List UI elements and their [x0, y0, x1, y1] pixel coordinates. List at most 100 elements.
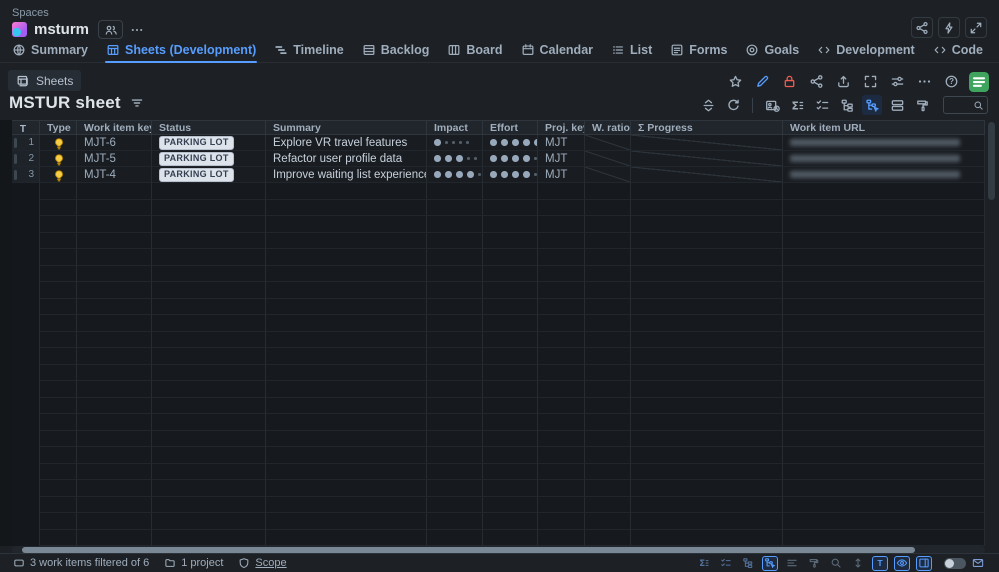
sum-toggle[interactable]: Σ	[696, 556, 712, 571]
fields-card-button[interactable]	[762, 95, 782, 115]
members-button[interactable]	[98, 20, 124, 39]
filter-toggle[interactable]: T	[872, 555, 888, 571]
empty-row[interactable]	[12, 199, 985, 216]
edit-button[interactable]	[753, 72, 772, 91]
column-header-gutter[interactable]: T	[12, 121, 40, 134]
effort-cell[interactable]	[483, 135, 538, 151]
fullscreen-sheet-button[interactable]	[861, 72, 880, 91]
vertical-scrollbar-thumb[interactable]	[988, 122, 995, 200]
drag-handle[interactable]	[14, 138, 17, 148]
work-item-url-cell[interactable]	[783, 167, 985, 183]
checklist-toggle[interactable]	[718, 556, 734, 571]
empty-row[interactable]	[12, 282, 985, 299]
status-3-work-items-filtered-of-6[interactable]: 3 work items filtered of 6	[13, 557, 149, 569]
summary-cell[interactable]: Improve waiting list experience	[266, 167, 427, 183]
sheet-search-input[interactable]	[948, 99, 973, 111]
sheet-search-box[interactable]	[943, 96, 988, 114]
format-toggle[interactable]	[806, 556, 822, 571]
empty-row[interactable]	[12, 348, 985, 365]
empty-row[interactable]	[12, 414, 985, 431]
tab-forms[interactable]: Forms	[662, 38, 735, 62]
fullscreen-window-button[interactable]	[965, 17, 987, 38]
hierarchy-toggle[interactable]	[740, 556, 756, 571]
sheets-menu-button[interactable]: Sheets	[8, 70, 82, 91]
weighted-ratio-cell[interactable]	[585, 167, 631, 183]
search-toggle[interactable]	[828, 556, 844, 571]
density-toggle[interactable]	[784, 556, 800, 571]
row-gutter[interactable]: 1	[12, 135, 40, 151]
weighted-ratio-cell[interactable]	[585, 151, 631, 167]
impact-cell[interactable]	[427, 135, 483, 151]
type-cell[interactable]	[40, 167, 77, 183]
help-button[interactable]: ?	[942, 72, 961, 91]
empty-row[interactable]	[12, 364, 985, 381]
tree-select-button[interactable]	[862, 95, 882, 115]
effort-cell[interactable]	[483, 151, 538, 167]
impact-cell[interactable]	[427, 167, 483, 183]
type-cell[interactable]	[40, 151, 77, 167]
tab-list[interactable]: List	[603, 38, 660, 62]
column-header-impact[interactable]: Impact	[427, 121, 483, 134]
visibility-toggle[interactable]	[894, 555, 910, 571]
tab-backlog[interactable]: Backlog	[354, 38, 438, 62]
row-size-toggle[interactable]	[850, 556, 866, 571]
tab-goals[interactable]: Goals	[737, 38, 807, 62]
empty-row[interactable]	[12, 447, 985, 464]
empty-row[interactable]	[12, 249, 985, 266]
empty-row[interactable]	[12, 513, 985, 530]
row-gutter[interactable]: 3	[12, 167, 40, 183]
weighted-ratio-cell[interactable]	[585, 135, 631, 151]
tab-on-call[interactable]: On-call	[993, 38, 999, 62]
work-item-key-cell[interactable]: MJT-6	[77, 135, 152, 151]
status-1-project[interactable]: 1 project	[164, 557, 223, 569]
empty-row[interactable]	[12, 232, 985, 249]
side-panel-toggle[interactable]	[916, 555, 932, 571]
project-key-cell[interactable]: MJT	[538, 167, 585, 183]
column-header-url[interactable]: Work item URL	[783, 121, 985, 134]
row-gutter[interactable]: 2	[12, 151, 40, 167]
column-header-wratio[interactable]: W. ratio	[585, 121, 631, 134]
favorite-button[interactable]	[726, 72, 745, 91]
format-paint-button[interactable]	[912, 95, 932, 115]
tab-sheets-development[interactable]: Sheets (Development)	[98, 38, 264, 63]
column-header-key[interactable]: Work item key	[77, 121, 152, 134]
empty-row[interactable]	[12, 381, 985, 398]
checklist-button[interactable]	[812, 95, 832, 115]
automation-button[interactable]	[938, 17, 960, 38]
refresh-button[interactable]	[723, 95, 743, 115]
work-item-key-cell[interactable]: MJT-5	[77, 151, 152, 167]
export-button[interactable]	[834, 72, 853, 91]
hierarchy-button[interactable]	[837, 95, 857, 115]
row-height-button[interactable]	[887, 95, 907, 115]
empty-row[interactable]	[12, 480, 985, 497]
column-header-effort[interactable]: Effort	[483, 121, 538, 134]
impact-cell[interactable]	[427, 151, 483, 167]
sheet-more-button[interactable]	[915, 72, 934, 91]
work-item-url-cell[interactable]	[783, 135, 985, 151]
column-header-progress[interactable]: Σ Progress	[631, 121, 783, 134]
empty-row[interactable]	[12, 463, 985, 480]
column-header-summary[interactable]: Summary	[266, 121, 427, 134]
sort-button[interactable]	[698, 95, 718, 115]
summary-cell[interactable]: Refactor user profile data	[266, 151, 427, 167]
progress-cell[interactable]	[631, 151, 783, 167]
type-cell[interactable]	[40, 135, 77, 151]
progress-cell[interactable]	[631, 167, 783, 183]
project-more-button[interactable]	[127, 20, 147, 39]
empty-row[interactable]	[12, 397, 985, 414]
work-item-key-cell[interactable]: MJT-4	[77, 167, 152, 183]
tab-board[interactable]: Board	[439, 38, 510, 62]
share-sheet-button[interactable]	[807, 72, 826, 91]
tab-code[interactable]: Code	[925, 38, 991, 62]
share-button[interactable]	[911, 17, 933, 38]
empty-row[interactable]	[12, 496, 985, 513]
project-key-cell[interactable]: MJT	[538, 135, 585, 151]
tab-development[interactable]: Development	[809, 38, 923, 62]
tab-summary[interactable]: Summary	[4, 38, 96, 62]
column-header-proj[interactable]: Proj. key	[538, 121, 585, 134]
empty-row[interactable]	[12, 183, 985, 200]
empty-row[interactable]	[12, 331, 985, 348]
column-header-type[interactable]: Type	[40, 121, 77, 134]
filter-lines-icon[interactable]	[130, 96, 144, 110]
project-key-cell[interactable]: MJT	[538, 151, 585, 167]
